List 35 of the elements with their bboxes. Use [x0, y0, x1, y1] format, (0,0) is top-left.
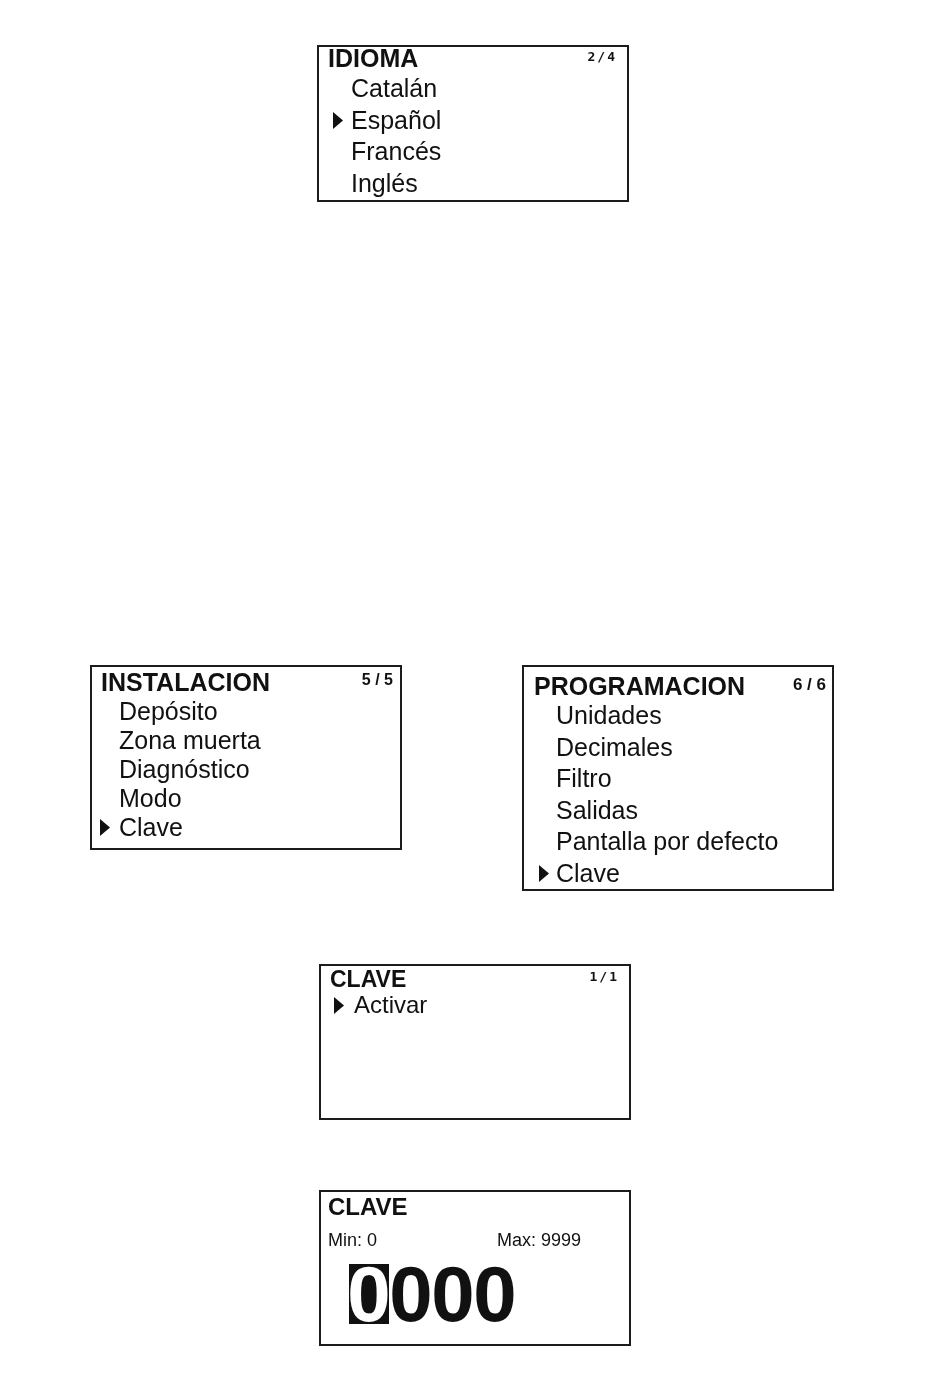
- menu-item[interactable]: Español: [333, 104, 442, 136]
- value-digit[interactable]: 0: [433, 1264, 473, 1324]
- menu-item[interactable]: Modo: [119, 784, 182, 813]
- value-digit[interactable]: 0: [391, 1264, 431, 1324]
- page-indicator: 2/4: [587, 50, 617, 63]
- screen-title: IDIOMA: [328, 47, 419, 69]
- page-indicator: 5 / 5: [361, 672, 393, 688]
- value-digit[interactable]: 0: [475, 1264, 515, 1324]
- menu-item[interactable]: Clave: [100, 813, 183, 842]
- caret-icon: [539, 864, 549, 882]
- max-label: Max: 9999: [497, 1230, 582, 1250]
- screen-title: CLAVE: [328, 1196, 408, 1218]
- caret-icon: [334, 996, 344, 1014]
- menu-item[interactable]: Francés: [351, 136, 442, 168]
- menu-item[interactable]: Salidas: [556, 794, 638, 826]
- menu-item[interactable]: Activar: [334, 990, 428, 1020]
- menu-item[interactable]: Clave: [539, 857, 620, 889]
- caret-icon: [100, 819, 110, 836]
- menu-item[interactable]: Decimales: [556, 731, 673, 763]
- menu-item[interactable]: Depósito: [119, 697, 218, 726]
- min-label: Min: 0: [328, 1230, 379, 1250]
- page-indicator: 1/1: [589, 970, 619, 983]
- menu-item[interactable]: Inglés: [351, 167, 418, 199]
- menu-item[interactable]: Diagnóstico: [119, 755, 250, 784]
- menu-item[interactable]: Filtro: [556, 763, 612, 795]
- caret-icon: [333, 111, 343, 129]
- menu-item[interactable]: Pantalla por defecto: [556, 826, 779, 858]
- menu-item[interactable]: Zona muerta: [119, 726, 261, 755]
- menu-item[interactable]: Unidades: [556, 700, 662, 732]
- screen-title: INSTALACION: [101, 671, 270, 693]
- value-digit[interactable]: 0: [349, 1264, 389, 1324]
- screen-title: CLAVE: [330, 968, 407, 990]
- menu-item[interactable]: Catalán: [351, 73, 438, 105]
- screen-title: PROGRAMACION: [534, 675, 746, 697]
- page-indicator: 6 / 6: [792, 676, 826, 693]
